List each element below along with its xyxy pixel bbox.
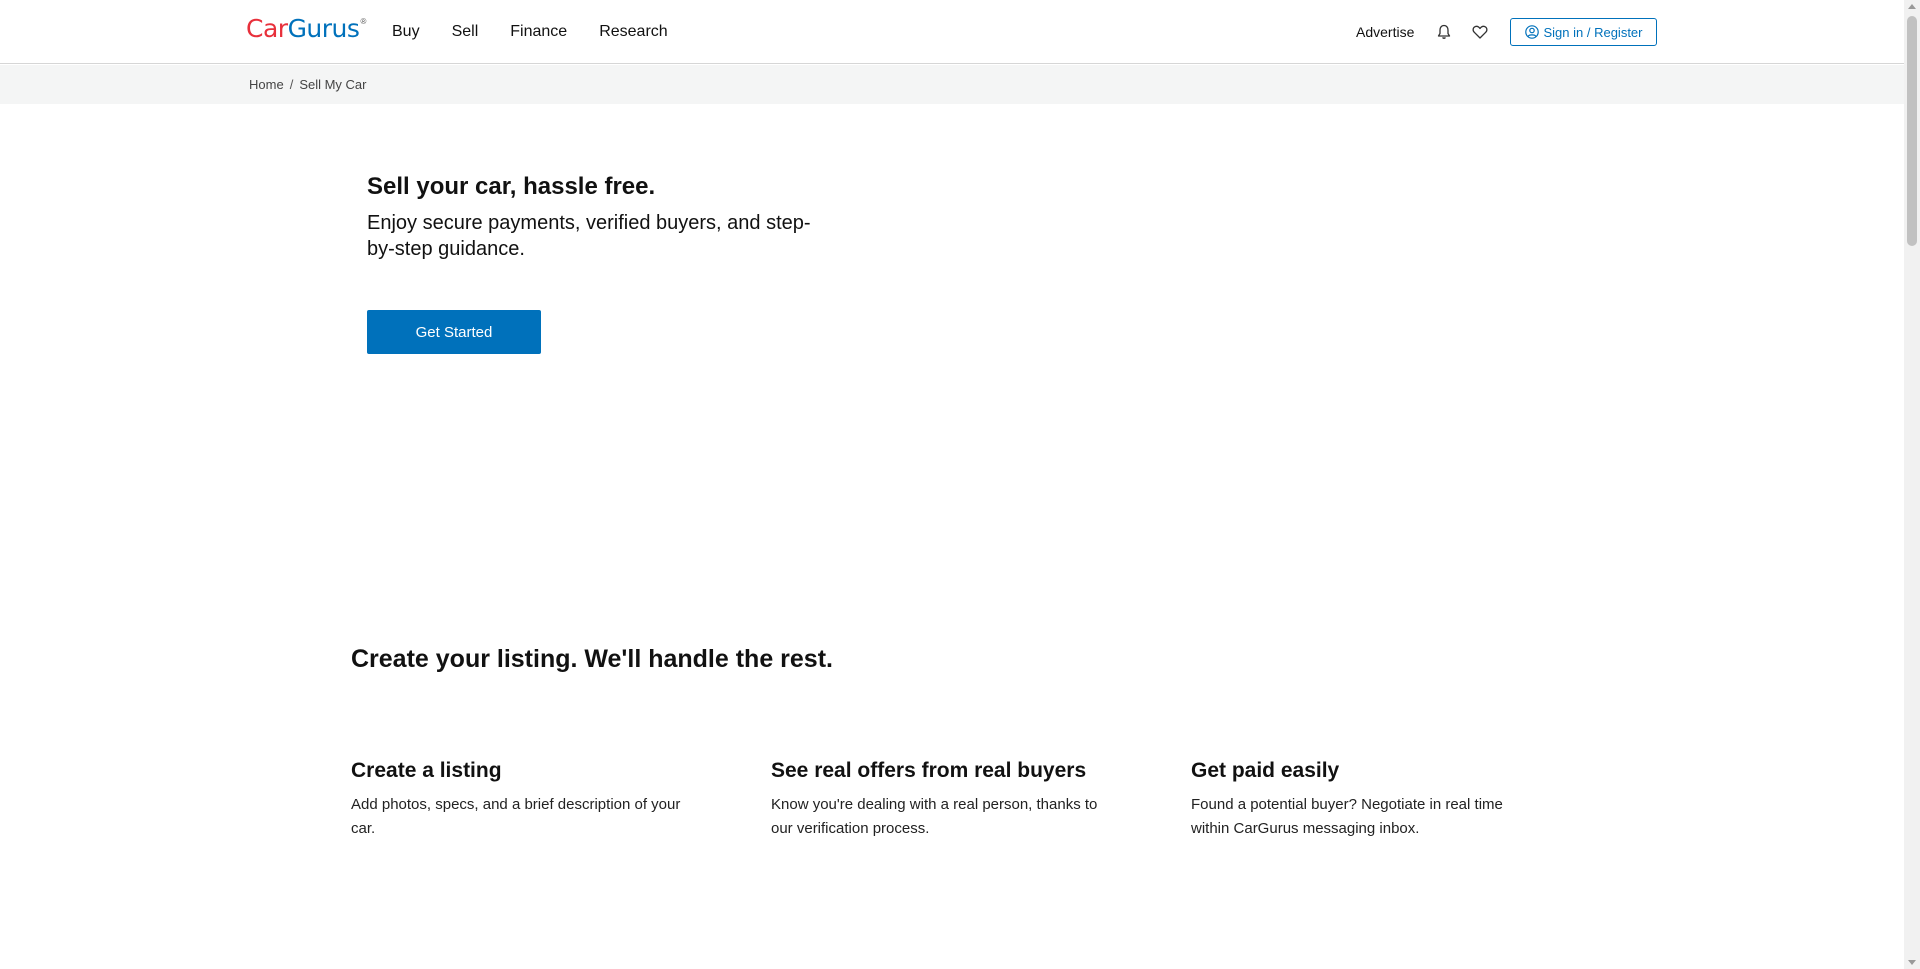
step-title: Create a listing: [351, 759, 502, 782]
nav-research[interactable]: Research: [599, 20, 667, 44]
breadcrumb-home-link[interactable]: Home: [249, 77, 284, 92]
page: CarGurus ® Buy Sell Finance Research Adv…: [0, 0, 1904, 969]
breadcrumb-separator: /: [289, 77, 294, 92]
logo-wordmark: CarGurus: [246, 14, 360, 44]
user-circle-icon: [1524, 25, 1539, 39]
scroll-up-arrow-icon[interactable]: [1908, 4, 1916, 9]
site-header: CarGurus ® Buy Sell Finance Research Adv…: [0, 0, 1904, 64]
main-nav: Buy Sell Finance Research: [392, 20, 700, 44]
step-description: Add photos, specs, and a brief descripti…: [351, 796, 681, 837]
step-description: Know you're dealing with a real person, …: [771, 796, 1098, 837]
heart-icon[interactable]: [1472, 24, 1488, 40]
hero-title: Sell your car, hassle free.: [367, 173, 656, 200]
step-title: Get paid easily: [1191, 759, 1340, 782]
vertical-scrollbar[interactable]: [1904, 0, 1920, 969]
bell-icon[interactable]: [1437, 24, 1451, 40]
logo-car-text: Car: [246, 14, 288, 43]
sign-in-register-button[interactable]: Sign in / Register: [1510, 18, 1657, 46]
step-get-paid: Get paid easily Found a potential buyer?…: [1191, 756, 1551, 841]
hero-subtitle: Enjoy secure payments, verified buyers, …: [367, 212, 811, 260]
scroll-down-arrow-icon[interactable]: [1908, 960, 1916, 965]
breadcrumb-bar: Home / Sell My Car: [0, 65, 1904, 104]
breadcrumb-current: Sell My Car: [299, 77, 367, 92]
logo-gurus-text: Gurus: [287, 14, 360, 43]
logo-registered-mark: ®: [360, 17, 367, 26]
nav-sell[interactable]: Sell: [452, 20, 479, 44]
cargurus-logo[interactable]: CarGurus ®: [246, 14, 366, 44]
section-title: Create your listing. We'll handle the re…: [351, 645, 833, 673]
nav-buy[interactable]: Buy: [392, 20, 420, 44]
nav-finance[interactable]: Finance: [510, 20, 567, 44]
step-real-offers: See real offers from real buyers Know yo…: [771, 756, 1131, 841]
step-create-listing: Create a listing Add photos, specs, and …: [351, 756, 711, 841]
step-description: Found a potential buyer? Negotiate in re…: [1191, 796, 1503, 837]
step-title: See real offers from real buyers: [771, 759, 1087, 782]
sign-in-register-label: Sign in / Register: [1543, 24, 1643, 40]
advertise-link[interactable]: Advertise: [1356, 23, 1414, 41]
breadcrumb: Home / Sell My Car: [249, 77, 367, 93]
get-started-button[interactable]: Get Started: [367, 310, 541, 354]
scrollbar-thumb[interactable]: [1907, 16, 1917, 246]
